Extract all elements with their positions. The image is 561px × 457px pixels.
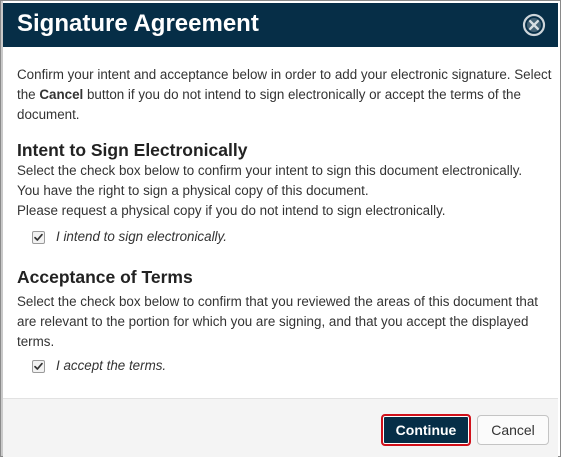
dialog-header: Signature Agreement — [3, 3, 558, 47]
intro-text-part2: button if you do not intend to sign elec… — [17, 87, 521, 122]
intent-text: Select the check box below to confirm yo… — [17, 161, 552, 221]
terms-checkbox-label[interactable]: I accept the terms. — [56, 356, 166, 376]
intent-checkbox[interactable] — [32, 230, 45, 244]
intro-text: Confirm your intent and acceptance below… — [17, 65, 552, 125]
continue-button[interactable]: Continue — [381, 414, 471, 446]
close-circle-icon[interactable] — [522, 13, 546, 37]
intent-text-line1: Select the check box below to confirm yo… — [17, 163, 523, 178]
intent-text-line3: Please request a physical copy if you do… — [17, 203, 446, 218]
intent-checkbox-row[interactable]: I intend to sign electronically. — [32, 227, 552, 247]
terms-text: Select the check box below to confirm th… — [17, 294, 539, 349]
intent-checkbox-label[interactable]: I intend to sign electronically. — [56, 227, 227, 247]
dialog-footer: Continue Cancel — [3, 398, 558, 457]
checkmark-icon — [34, 362, 43, 370]
intent-text-line2: You have the right to sign a physical co… — [17, 183, 369, 198]
terms-checkbox[interactable] — [32, 359, 45, 373]
dialog-body: Confirm your intent and acceptance below… — [17, 65, 552, 376]
dialog-title: Signature Agreement — [17, 10, 259, 37]
terms-heading: Acceptance of Terms — [17, 267, 193, 287]
intent-heading: Intent to Sign Electronically — [17, 140, 248, 160]
intro-cancel-emphasis: Cancel — [39, 87, 84, 102]
signature-agreement-dialog: Signature Agreement Confirm your intent … — [0, 0, 561, 457]
terms-checkbox-row[interactable]: I accept the terms. — [32, 356, 552, 376]
cancel-button[interactable]: Cancel — [477, 415, 549, 445]
checkmark-icon — [34, 233, 43, 241]
